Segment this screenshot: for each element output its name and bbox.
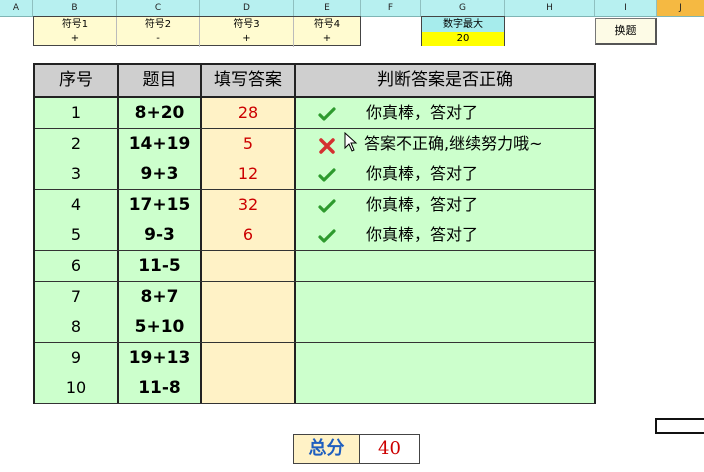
row-number: 1 (35, 98, 119, 128)
question-cell: 11-5 (119, 251, 202, 281)
row-number: 3 (35, 159, 119, 190)
total-score-value: 40 (360, 434, 420, 464)
symbol-value-input[interactable]: - (117, 32, 199, 46)
table-row: 6 11-5 (35, 251, 594, 282)
symbol-cell-4: 符号4 + (294, 17, 360, 47)
check-icon (318, 104, 336, 122)
question-cell: 9+3 (119, 159, 202, 190)
row-number: 10 (35, 373, 119, 404)
table-row: 4 17+15 32 你真棒，答对了 (35, 189, 594, 221)
row-number: 5 (35, 220, 119, 251)
question-cell: 5+10 (119, 312, 202, 343)
symbol-settings: 符号1 + 符号2 - 符号3 + 符号4 + (33, 16, 361, 47)
judgement-cell: 你真棒，答对了 (296, 98, 594, 128)
symbol-cell-2: 符号2 - (117, 17, 200, 47)
judgement-cell (296, 373, 594, 404)
column-header-f[interactable]: F (361, 0, 421, 16)
column-header-bar: A B C D E F G H I J (0, 0, 704, 17)
header-answer: 填写答案 (202, 65, 296, 96)
column-header-a[interactable]: A (0, 0, 33, 16)
answer-input[interactable] (202, 281, 296, 312)
header-number: 序号 (35, 65, 119, 96)
quiz-table: 序号 题目 填写答案 判断答案是否正确 1 8+20 28 你真棒，答对了 2 14+19… (33, 63, 596, 405)
max-number-input[interactable]: 20 (422, 32, 504, 46)
judgement-cell: 答案不正确,继续努力哦~ (296, 128, 594, 159)
answer-input[interactable] (202, 312, 296, 343)
table-row: 10 11-8 (35, 373, 594, 405)
answer-input[interactable]: 32 (202, 189, 296, 220)
row-number: 2 (35, 128, 119, 159)
judgement-text: 你真棒，答对了 (366, 225, 479, 245)
question-cell: 14+19 (119, 128, 202, 159)
check-icon (318, 165, 336, 183)
judgement-cell: 你真棒，答对了 (296, 220, 594, 251)
answer-input[interactable]: 28 (202, 98, 296, 128)
judgement-cell (296, 251, 594, 281)
table-row: 7 8+7 (35, 281, 594, 313)
row-number: 6 (35, 251, 119, 281)
judgement-text: 你真棒，答对了 (366, 103, 479, 122)
refresh-questions-button[interactable]: 换题 (595, 18, 657, 45)
judgement-cell (296, 312, 594, 343)
column-header-c[interactable]: C (117, 0, 200, 16)
column-header-e[interactable]: E (294, 0, 361, 16)
answer-input[interactable]: 12 (202, 159, 296, 190)
max-number-label: 数字最大 (422, 17, 504, 32)
judgement-cell: 你真棒，答对了 (296, 159, 594, 190)
table-row: 1 8+20 28 你真棒，答对了 (35, 98, 594, 129)
row-number: 8 (35, 312, 119, 343)
table-row: 9 19+13 (35, 342, 594, 374)
judgement-text: 答案不正确,继续努力哦~ (364, 133, 543, 153)
answer-input[interactable]: 6 (202, 220, 296, 251)
column-header-d[interactable]: D (200, 0, 294, 16)
cross-icon (318, 135, 336, 154)
question-cell: 8+20 (119, 98, 202, 128)
column-header-g[interactable]: G (421, 0, 505, 16)
check-icon (318, 226, 336, 244)
header-judgement: 判断答案是否正确 (377, 70, 513, 90)
judgement-cell (296, 342, 594, 373)
symbol-value-input[interactable]: + (34, 32, 116, 46)
symbol-label: 符号3 (233, 19, 260, 30)
total-score-label: 总分 (293, 434, 360, 464)
question-cell: 11-8 (119, 373, 202, 404)
column-header-i[interactable]: I (595, 0, 657, 16)
column-header-j[interactable]: J (657, 0, 704, 16)
question-cell: 17+15 (119, 189, 202, 220)
column-header-b[interactable]: B (33, 0, 117, 16)
question-cell: 19+13 (119, 342, 202, 373)
row-number: 4 (35, 189, 119, 220)
table-row: 2 14+19 5 答案不正确,继续努力哦~ (35, 128, 594, 160)
header-question: 题目 (119, 65, 202, 96)
row-number: 9 (35, 342, 119, 373)
table-header-row: 序号 题目 填写答案 判断答案是否正确 (35, 65, 594, 98)
judgement-text: 你真棒，答对了 (366, 194, 479, 214)
judgement-cell (296, 281, 594, 312)
symbol-value-input[interactable]: + (200, 32, 293, 46)
table-row: 5 9-3 6 你真棒，答对了 (35, 220, 594, 252)
symbol-label: 符号4 (313, 19, 341, 30)
symbol-cell-3: 符号3 + (200, 17, 294, 47)
check-icon (318, 196, 336, 214)
question-cell: 9-3 (119, 220, 202, 251)
row-number: 7 (35, 281, 119, 312)
symbol-label: 符号1 (61, 19, 89, 30)
judgement-text: 你真棒，答对了 (366, 164, 479, 184)
answer-input[interactable]: 5 (202, 128, 296, 159)
question-cell: 8+7 (119, 281, 202, 312)
column-header-h[interactable]: H (505, 0, 595, 16)
symbol-cell-1: 符号1 + (34, 17, 117, 47)
answer-input[interactable] (202, 342, 296, 373)
table-row: 3 9+3 12 你真棒，答对了 (35, 159, 594, 191)
answer-input[interactable] (202, 373, 296, 404)
table-row: 8 5+10 (35, 312, 594, 344)
max-number-setting: 数字最大 20 (421, 16, 505, 46)
mouse-pointer-icon (344, 131, 358, 152)
symbol-value-input[interactable]: + (294, 32, 360, 46)
answer-input[interactable] (202, 251, 296, 281)
symbol-label: 符号2 (144, 19, 172, 30)
selected-cell-box[interactable] (655, 418, 704, 434)
judgement-cell: 你真棒，答对了 (296, 189, 594, 220)
